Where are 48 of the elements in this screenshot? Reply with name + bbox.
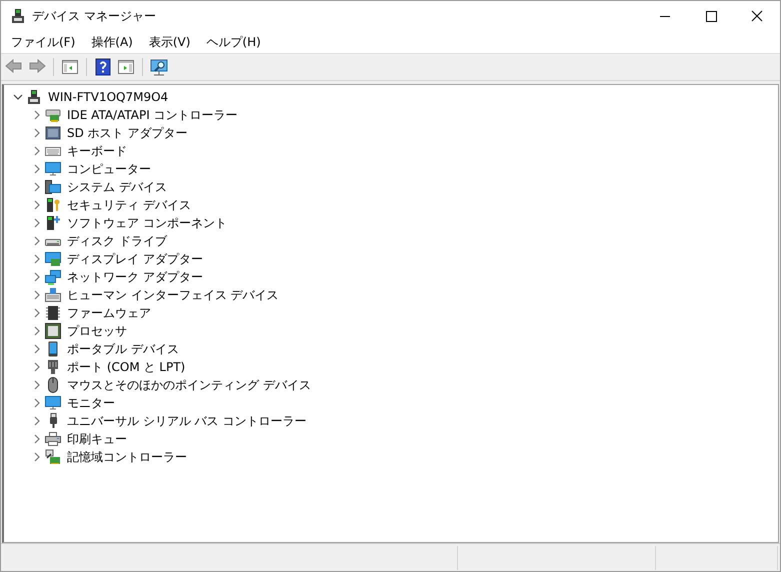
menu-item[interactable]: 操作(A) bbox=[83, 32, 141, 52]
tree-item[interactable]: コンピューター bbox=[67, 161, 151, 177]
card-reader-icon bbox=[45, 125, 61, 141]
window-title: デバイス マネージャー bbox=[32, 8, 157, 24]
controller-card-icon bbox=[45, 107, 61, 123]
tree-item[interactable]: ポータブル デバイス bbox=[67, 341, 179, 357]
tree-item[interactable]: ディスク ドライブ bbox=[67, 233, 167, 249]
tree-item[interactable]: セキュリティ デバイス bbox=[67, 197, 191, 213]
tree-item[interactable]: キーボード bbox=[67, 143, 127, 159]
menu-item[interactable]: ファイル(F) bbox=[3, 32, 84, 52]
tree-item[interactable]: ヒューマン インターフェイス デバイス bbox=[67, 287, 279, 303]
key-icon bbox=[45, 197, 61, 213]
mouse-icon bbox=[45, 377, 61, 393]
tree-item[interactable]: 記憶域コントローラー bbox=[67, 449, 187, 465]
menu-item[interactable]: ヘルプ(H) bbox=[198, 32, 269, 52]
computer-icon bbox=[26, 89, 42, 105]
tree-item[interactable]: ポート (COM と LPT) bbox=[67, 359, 186, 375]
monitor-icon bbox=[45, 395, 61, 411]
action-pane-button[interactable] bbox=[117, 58, 135, 76]
network-icon bbox=[45, 269, 61, 285]
tree-item[interactable]: システム デバイス bbox=[67, 179, 167, 195]
tree-item[interactable]: マウスとそのほかのポインティング デバイス bbox=[67, 377, 311, 393]
help-button[interactable] bbox=[94, 58, 112, 76]
tree-item[interactable]: プロセッサ bbox=[67, 323, 127, 339]
menu-item[interactable]: 表示(V) bbox=[140, 32, 198, 52]
keyboard-icon bbox=[45, 287, 61, 303]
tree-item[interactable]: IDE ATA/ATAPI コントローラー bbox=[67, 107, 238, 123]
tree-item[interactable]: SD ホスト アダプター bbox=[67, 125, 188, 141]
tree-item[interactable]: ファームウェア bbox=[67, 305, 151, 321]
tower-icon bbox=[45, 215, 61, 231]
connector-icon bbox=[45, 359, 61, 375]
console-tree-button[interactable] bbox=[61, 58, 79, 76]
app-icon bbox=[10, 8, 26, 24]
tree-item[interactable]: ソフトウェア コンポーネント bbox=[67, 215, 227, 231]
tree-item[interactable]: ディスプレイ アダプター bbox=[67, 251, 203, 267]
display-card-icon bbox=[45, 251, 61, 267]
tree-item[interactable]: WIN-FTV1OQ7M9O4 bbox=[48, 89, 168, 105]
storage-card-icon bbox=[45, 449, 61, 465]
tree-item[interactable]: ユニバーサル シリアル バス コントローラー bbox=[67, 413, 306, 429]
tree-item[interactable]: 印刷キュー bbox=[67, 431, 127, 447]
computer-icon bbox=[45, 179, 61, 195]
processor-icon bbox=[45, 323, 61, 339]
chip-icon bbox=[45, 305, 61, 321]
tree-item[interactable]: ネットワーク アダプター bbox=[67, 269, 203, 285]
printer-icon bbox=[45, 431, 61, 447]
scan-hardware-button[interactable] bbox=[150, 58, 168, 76]
monitor-icon bbox=[45, 161, 61, 177]
tree-item[interactable]: モニター bbox=[67, 395, 115, 411]
